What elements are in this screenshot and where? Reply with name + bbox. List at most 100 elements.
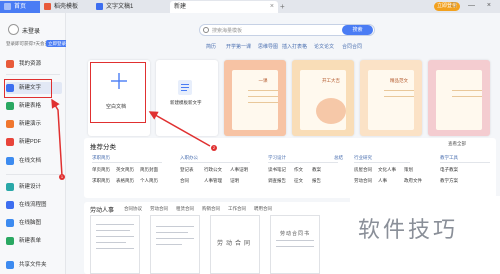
- category-item[interactable]: 教案: [312, 167, 321, 173]
- sidebar-item-new-slides[interactable]: 新建演示: [6, 118, 62, 130]
- text-line: [276, 240, 314, 241]
- category-head[interactable]: 总结: [334, 155, 343, 161]
- tab-docer[interactable]: 稻壳模板: [40, 1, 92, 13]
- category-item[interactable]: 人事证明: [230, 167, 248, 173]
- category-item[interactable]: 读书笔记: [268, 167, 286, 173]
- new-tab-button[interactable]: +: [280, 1, 285, 13]
- category-item[interactable]: 证明: [230, 178, 239, 184]
- text-line: [248, 90, 278, 91]
- sidebar-item-online-doc[interactable]: 在线文档: [6, 155, 62, 167]
- category-head[interactable]: 学习设计: [268, 155, 286, 161]
- category-item[interactable]: 征文: [294, 178, 303, 184]
- template-thumbnail[interactable]: [150, 215, 200, 274]
- sidebar-item-new-design[interactable]: 新建设计: [6, 181, 62, 193]
- category-item[interactable]: 教学方案: [440, 178, 458, 184]
- text-line: [452, 90, 482, 91]
- quick-link[interactable]: 插入打表格: [282, 43, 307, 50]
- template-card[interactable]: 精品范文: [360, 60, 422, 136]
- home-icon: [4, 2, 11, 10]
- template-thumb: 一课: [232, 70, 278, 130]
- text-line: [96, 242, 126, 243]
- new-from-template-card[interactable]: [156, 60, 218, 136]
- sidebar-item-my-resources[interactable]: 我的资源: [6, 58, 62, 70]
- quick-link[interactable]: 合同合同: [342, 43, 362, 50]
- template-tab[interactable]: 聘用合同: [254, 206, 272, 212]
- template-tab[interactable]: 工作合同: [228, 206, 246, 212]
- category-item[interactable]: 人事管理: [204, 178, 222, 184]
- category-head[interactable]: 求职简历: [92, 155, 110, 161]
- view-all-link[interactable]: 查看全部: [448, 141, 466, 147]
- sidebar-item-flowchart[interactable]: 在线流程图: [6, 199, 62, 211]
- category-item[interactable]: 求职简历: [92, 178, 110, 184]
- template-tab[interactable]: 购销合同: [202, 206, 220, 212]
- category-item[interactable]: 表格简历: [116, 178, 134, 184]
- quick-link[interactable]: 开学第一课: [226, 43, 251, 50]
- window-controls[interactable]: □ — ×: [452, 2, 496, 9]
- category-head[interactable]: 行业研究: [354, 155, 372, 161]
- text-line: [96, 224, 134, 225]
- sidebar-item-mindmap[interactable]: 在线脑图: [6, 217, 62, 229]
- template-thumbnail[interactable]: [90, 215, 140, 274]
- category-item[interactable]: 人事: [378, 178, 387, 184]
- template-tab[interactable]: 合同协议: [124, 206, 142, 212]
- divider: [6, 74, 60, 75]
- category-item[interactable]: 作文: [294, 167, 303, 173]
- text-line: [96, 230, 130, 231]
- text-line: [156, 244, 182, 245]
- template-card[interactable]: [428, 60, 490, 136]
- divider: [354, 162, 410, 163]
- login-button[interactable]: 立即登录: [46, 40, 68, 47]
- sheet-icon: [6, 101, 14, 110]
- template-thumbnail[interactable]: 劳动合同书: [270, 215, 320, 274]
- template-thumb: [436, 70, 482, 130]
- category-item[interactable]: 调查报告: [268, 178, 286, 184]
- template-tab[interactable]: 劳动合同: [150, 206, 168, 212]
- text-line: [156, 232, 188, 233]
- template-card[interactable]: 开工大吉: [292, 60, 354, 136]
- template-section-title: 劳动人事: [90, 208, 115, 214]
- category-item[interactable]: 房屋合同: [354, 167, 372, 173]
- lion-illustration: [316, 98, 346, 124]
- category-item[interactable]: 电子教案: [440, 167, 458, 173]
- category-item[interactable]: 策划: [404, 167, 413, 173]
- template-title: 开工大吉: [322, 78, 340, 83]
- category-item[interactable]: 英文简历: [116, 167, 134, 173]
- sidebar-item-form[interactable]: 新建表单: [6, 235, 62, 247]
- category-item[interactable]: 单页简历: [92, 167, 110, 173]
- quick-link[interactable]: 思维导图: [258, 43, 278, 50]
- design-icon: [6, 182, 14, 191]
- step-badge: 2: [211, 145, 217, 151]
- mindmap-icon: [6, 218, 14, 227]
- search-button[interactable]: 搜索: [342, 25, 373, 35]
- user-name[interactable]: 未登录: [22, 26, 40, 35]
- tab-document[interactable]: 文字文稿1: [92, 1, 156, 13]
- category-item[interactable]: 合同: [180, 178, 189, 184]
- category-item[interactable]: 政府文件: [404, 178, 422, 184]
- sidebar-item-shared-folder[interactable]: 共享文件夹: [6, 259, 62, 271]
- category-item[interactable]: 行政公文: [204, 167, 222, 173]
- category-item[interactable]: 文化人事: [378, 167, 396, 173]
- form-icon: [6, 236, 14, 245]
- category-item[interactable]: 个人简历: [140, 178, 158, 184]
- tab-new[interactable]: 新建 ×: [170, 1, 278, 13]
- category-head[interactable]: 教学工具: [440, 155, 458, 161]
- sidebar-item-new-pdf[interactable]: 新建PDF: [6, 136, 62, 148]
- template-card[interactable]: 一课: [224, 60, 286, 136]
- avatar[interactable]: [8, 24, 19, 35]
- sidebar-item-new-sheet[interactable]: 新建表格: [6, 100, 62, 112]
- template-title: 一课: [258, 78, 268, 83]
- tab-home[interactable]: 首页: [0, 1, 40, 13]
- template-thumbnail[interactable]: 劳动合同: [210, 215, 260, 274]
- template-title: 精品范文: [390, 78, 408, 83]
- quick-link[interactable]: 论文论文: [314, 43, 334, 50]
- template-thumb: 精品范文: [368, 70, 414, 130]
- category-item[interactable]: 劳动合同: [354, 178, 372, 184]
- category-head[interactable]: 入职办公: [180, 155, 198, 161]
- category-item[interactable]: 简历封面: [140, 167, 158, 173]
- close-icon[interactable]: ×: [270, 1, 274, 13]
- quick-link[interactable]: 简历: [206, 43, 216, 50]
- category-item[interactable]: 报告: [312, 178, 321, 184]
- template-tab[interactable]: 租赁合同: [176, 206, 194, 212]
- category-item[interactable]: 登记表: [180, 167, 194, 173]
- login-hint: 登录即可获得7天会员: [6, 41, 50, 46]
